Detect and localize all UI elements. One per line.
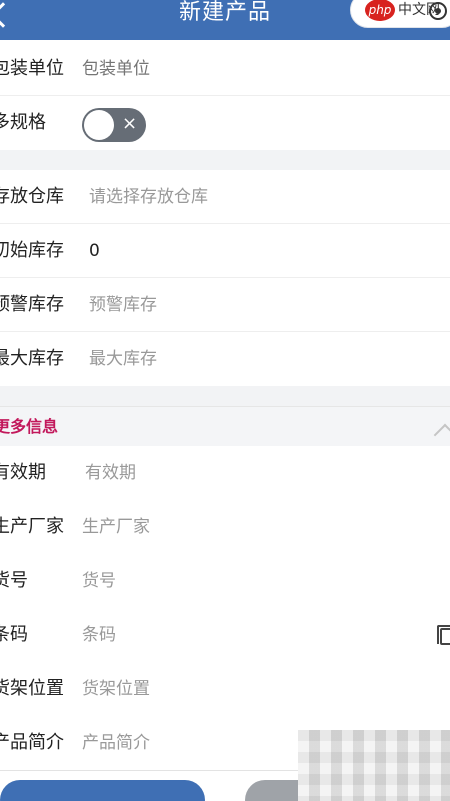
multi-spec-label: 多规格 [0,112,46,133]
item-number-row: 货号 货号 [0,554,450,608]
barcode-input[interactable]: 条码 [82,608,116,662]
warehouse-select[interactable]: 请选择存放仓库 [89,170,208,224]
save-button[interactable] [0,780,205,801]
initial-stock-label: 初始库存 [0,240,64,261]
close-icon: × [122,113,138,134]
php-logo-icon: php [365,0,395,21]
target-icon[interactable] [429,2,447,20]
max-stock-row: 最大库存 最大库存 [0,332,450,386]
stock-section: 存放仓库 请选择存放仓库 初始库存 0 预警库存 预警库存 最大库存 最大库存 [0,170,450,386]
more-info-header[interactable]: 更多信息 [0,406,450,447]
toggle-knob [84,110,114,140]
package-unit-label: 包装单位 [0,58,64,79]
barcode-label: 条码 [0,624,28,645]
more-info-title: 更多信息 [0,417,59,436]
shelf-location-label: 货架位置 [0,678,64,699]
more-info-section: 有效期 有效期 生产厂家 生产厂家 货号 货号 条码 条码 货架位置 货架位置 … [0,446,450,770]
warning-stock-label: 预警库存 [0,294,64,315]
warehouse-row[interactable]: 存放仓库 请选择存放仓库 [0,170,450,224]
item-number-label: 货号 [0,570,28,591]
max-stock-input[interactable]: 最大库存 [89,332,157,386]
watermark-mosaic [298,730,450,801]
warning-stock-input[interactable]: 预警库存 [89,278,157,332]
chevron-up-icon[interactable] [433,423,450,447]
warning-stock-row: 预警库存 预警库存 [0,278,450,332]
expiry-row: 有效期 有效期 [0,446,450,500]
package-unit-input[interactable] [82,42,382,96]
manufacturer-row: 生产厂家 生产厂家 [0,500,450,554]
shelf-location-row: 货架位置 货架位置 [0,662,450,716]
initial-stock-input[interactable]: 0 [89,224,100,278]
expiry-label: 有效期 [0,462,46,483]
multi-spec-row: 多规格 × [0,96,450,150]
description-input[interactable]: 产品简介 [82,716,150,770]
manufacturer-label: 生产厂家 [0,516,64,537]
shelf-location-input[interactable]: 货架位置 [82,662,150,716]
package-unit-row: 包装单位 [0,42,450,96]
expiry-input[interactable]: 有效期 [85,446,136,500]
multi-spec-toggle[interactable]: × [82,108,146,142]
barcode-row: 条码 条码 [0,608,450,662]
copy-icon[interactable] [437,625,450,645]
max-stock-label: 最大库存 [0,348,64,369]
initial-stock-row: 初始库存 0 [0,224,450,278]
basic-section: 包装单位 多规格 × [0,40,450,150]
item-number-input[interactable]: 货号 [82,554,116,608]
description-label: 产品简介 [0,732,64,753]
warehouse-label: 存放仓库 [0,186,64,207]
manufacturer-input[interactable]: 生产厂家 [82,500,150,554]
